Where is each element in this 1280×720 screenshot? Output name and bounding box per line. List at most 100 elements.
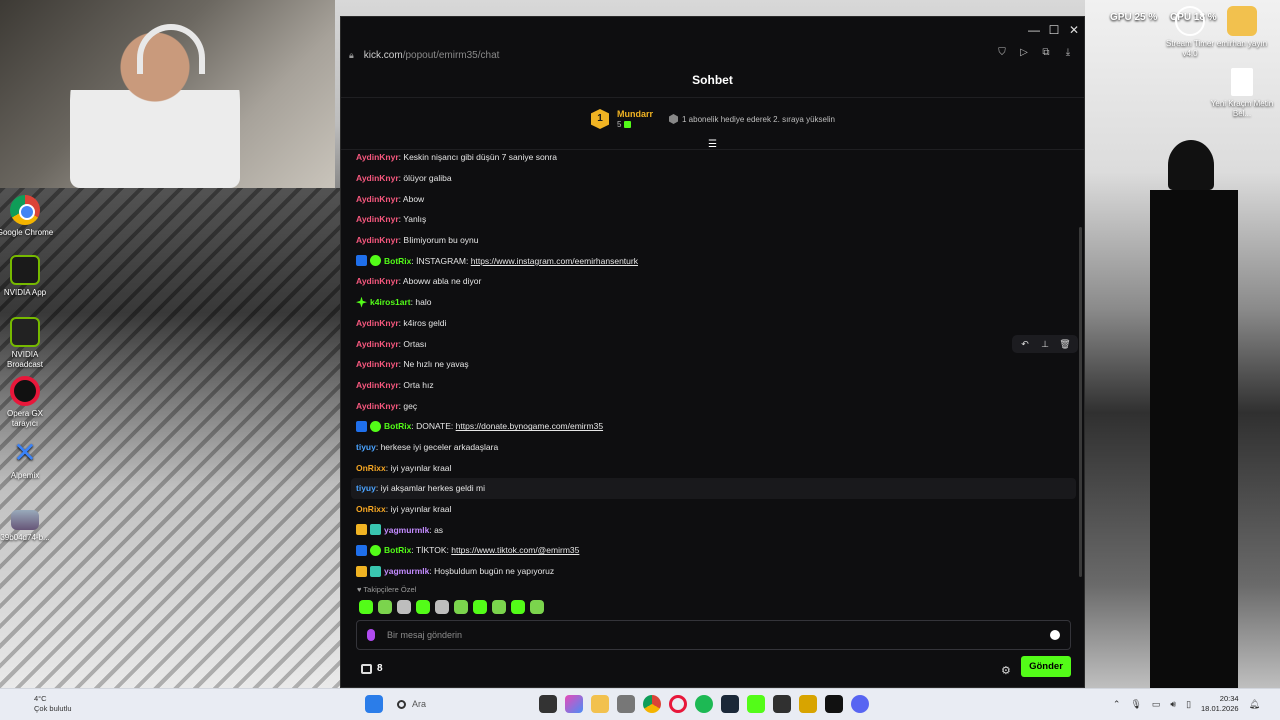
pinned-gifter-banner[interactable]: 1 Mundarr 5 1 abonelik hediye ederek 2. … bbox=[591, 109, 835, 129]
reply-icon[interactable]: ↶ bbox=[1016, 337, 1034, 351]
microphone-icon[interactable] bbox=[367, 629, 375, 641]
task-view-icon[interactable] bbox=[539, 695, 557, 713]
chat-username[interactable]: AydinKnyr bbox=[356, 173, 399, 183]
pin-icon[interactable]: ⊥ bbox=[1036, 337, 1054, 351]
discord-icon[interactable] bbox=[851, 695, 869, 713]
verified-badge-icon[interactable] bbox=[370, 420, 381, 432]
weather-widget[interactable]: 4°C Çok bulutlu bbox=[34, 694, 72, 714]
chat-username[interactable]: AydinKnyr bbox=[356, 152, 399, 162]
chat-username[interactable]: AydinKnyr bbox=[356, 214, 399, 224]
chat-link[interactable]: https://www.tiktok.com/@emirm35 bbox=[451, 545, 579, 555]
capcut-icon[interactable] bbox=[825, 695, 843, 713]
desktop-icon-image-file[interactable]: 39b04d74-b... bbox=[0, 510, 57, 543]
chat-scrollbar[interactable] bbox=[1079, 227, 1082, 577]
emote-icon[interactable] bbox=[397, 600, 411, 614]
chat-username[interactable]: AydinKnyr bbox=[356, 276, 399, 286]
chat-message[interactable]: tiyuy: herkese iyi geceler arkadaşlara bbox=[351, 437, 1076, 458]
copilot-icon[interactable] bbox=[565, 695, 583, 713]
emote-icon[interactable] bbox=[454, 600, 468, 614]
chat-message[interactable]: AydinKnyr: Ne hızlı ne yavaş bbox=[351, 354, 1076, 375]
chat-message[interactable]: BotRix: TİKTOK: https://www.tiktok.com/@… bbox=[351, 540, 1076, 561]
minimize-icon[interactable]: — bbox=[1024, 21, 1044, 39]
obs-icon[interactable] bbox=[773, 695, 791, 713]
chat-username[interactable]: k4iros1art bbox=[370, 297, 411, 307]
microphone-tray-icon[interactable]: 🎙︎ bbox=[1130, 699, 1141, 710]
desktop-icon-nvidia-app[interactable]: NVIDIA App bbox=[0, 255, 57, 298]
emoji-icon[interactable] bbox=[1050, 630, 1060, 640]
bot-badge-icon[interactable] bbox=[356, 255, 367, 267]
send-button[interactable]: Gönder bbox=[1021, 656, 1071, 677]
chat-message[interactable]: AydinKnyr: ölüyor galiba bbox=[351, 168, 1076, 189]
subscriber-badge-icon[interactable] bbox=[370, 565, 381, 577]
emote-icon[interactable] bbox=[359, 600, 373, 614]
steam-icon[interactable] bbox=[721, 695, 739, 713]
chat-username[interactable]: AydinKnyr bbox=[356, 359, 399, 369]
chat-link[interactable]: https://donate.bynogame.com/emirm35 bbox=[456, 421, 603, 431]
clock[interactable]: 20:34 18.01.2026 bbox=[1201, 694, 1239, 714]
extensions-icon[interactable]: ⧉ bbox=[1040, 47, 1052, 58]
spotify-icon[interactable] bbox=[695, 695, 713, 713]
verified-badge-icon[interactable] bbox=[370, 255, 381, 267]
emote-icon[interactable] bbox=[473, 600, 487, 614]
file-explorer-icon[interactable] bbox=[591, 695, 609, 713]
verified-badge-icon[interactable] bbox=[370, 544, 381, 556]
message-input[interactable] bbox=[387, 630, 1050, 640]
maximize-icon[interactable]: ☐ bbox=[1044, 21, 1064, 39]
channel-points[interactable]: 8 bbox=[377, 663, 383, 674]
crown-badge-icon[interactable] bbox=[356, 524, 367, 536]
emote-icon[interactable] bbox=[435, 600, 449, 614]
chat-username[interactable]: OnRixx bbox=[356, 504, 386, 514]
chat-username[interactable]: AydinKnyr bbox=[356, 235, 399, 245]
opera-taskbar-icon[interactable] bbox=[669, 695, 687, 713]
download-icon[interactable]: ⤓ bbox=[1062, 47, 1074, 58]
chat-link[interactable]: https://www.instagram.com/eemirhansentur… bbox=[471, 256, 638, 266]
emote-icon[interactable] bbox=[492, 600, 506, 614]
emote-icon[interactable] bbox=[511, 600, 525, 614]
chat-message-list[interactable]: AydinKnyr: Keskin nişancı gibi düşün 7 s… bbox=[351, 147, 1076, 579]
chat-username[interactable]: AydinKnyr bbox=[356, 401, 399, 411]
volume-icon[interactable]: 🔊︎ bbox=[1170, 699, 1176, 710]
emote-icon[interactable] bbox=[416, 600, 430, 614]
address-bar[interactable]: 🔒︎ kick.com /popout/emirm35/chat ⛉ ▷ ⧉ ⤓ bbox=[341, 43, 1084, 67]
chat-message[interactable]: AydinKnyr: Orta hız bbox=[351, 375, 1076, 396]
chat-username[interactable]: AydinKnyr bbox=[356, 194, 399, 204]
chat-message[interactable]: tiyuy: iyi akşamlar herkes geldi mi bbox=[351, 478, 1076, 499]
chrome-taskbar-icon[interactable] bbox=[643, 695, 661, 713]
chat-username[interactable]: AydinKnyr bbox=[356, 339, 399, 349]
chat-message[interactable]: k4iros1art: halo bbox=[351, 292, 1076, 313]
windows-start-icon[interactable] bbox=[365, 695, 383, 713]
shield-icon[interactable]: ⛉ bbox=[996, 47, 1008, 58]
emote-icon[interactable] bbox=[378, 600, 392, 614]
chat-message[interactable]: AydinKnyr: Aboww abla ne diyor bbox=[351, 271, 1076, 292]
chat-message[interactable]: AydinKnyr: Ortası bbox=[351, 333, 1076, 354]
store-icon[interactable] bbox=[361, 664, 372, 674]
chat-message[interactable]: OnRixx: iyi yayınlar kraal bbox=[351, 457, 1076, 478]
chat-message[interactable]: AydinKnyr: Abow bbox=[351, 188, 1076, 209]
chat-username[interactable]: tiyuy bbox=[356, 483, 376, 493]
chat-username[interactable]: BotRix bbox=[384, 256, 411, 266]
chat-message[interactable]: AydinKnyr: Yanlış bbox=[351, 209, 1076, 230]
emote-icon[interactable] bbox=[530, 600, 544, 614]
crown-badge-icon[interactable] bbox=[356, 565, 367, 577]
trash-icon[interactable]: 🗑︎ bbox=[1056, 337, 1074, 351]
notification-bell-icon[interactable]: 🔔︎ bbox=[1249, 699, 1260, 710]
desktop-icon-folder[interactable]: emirhan yayın bbox=[1210, 6, 1274, 49]
desktop-icon-nvidia-broadcast[interactable]: NVIDIA Broadcast bbox=[0, 317, 57, 370]
taskbar-search[interactable]: Ara bbox=[391, 694, 531, 714]
gear-icon[interactable]: ⚙ bbox=[1001, 664, 1011, 677]
desktop-icon-document[interactable]: Yeni Kraçm Metin Bel... bbox=[1210, 68, 1274, 119]
desktop-icon-alpemix[interactable]: ✕ Alpemix bbox=[0, 438, 57, 481]
kick-icon[interactable] bbox=[747, 695, 765, 713]
chat-message[interactable]: yagmurmlk: Hoşbuldum bugün ne yapıyoruz bbox=[351, 561, 1076, 579]
play-icon[interactable]: ▷ bbox=[1018, 47, 1030, 58]
chat-username[interactable]: BotRix bbox=[384, 421, 411, 431]
chat-username[interactable]: AydinKnyr bbox=[356, 380, 399, 390]
chat-message[interactable]: BotRix: DONATE: https://donate.bynogame.… bbox=[351, 416, 1076, 437]
chevron-up-icon[interactable]: ⌃ bbox=[1113, 699, 1121, 710]
close-icon[interactable]: ✕ bbox=[1064, 21, 1084, 39]
chat-message[interactable]: AydinKnyr: Keskin nişancı gibi düşün 7 s… bbox=[351, 147, 1076, 168]
chat-message[interactable]: BotRix: İNSTAGRAM: https://www.instagram… bbox=[351, 250, 1076, 271]
chat-message[interactable]: AydinKnyr: geç bbox=[351, 395, 1076, 416]
desktop-icon-chrome[interactable]: Google Chrome bbox=[0, 195, 57, 238]
subscriber-badge-icon[interactable] bbox=[370, 524, 381, 536]
